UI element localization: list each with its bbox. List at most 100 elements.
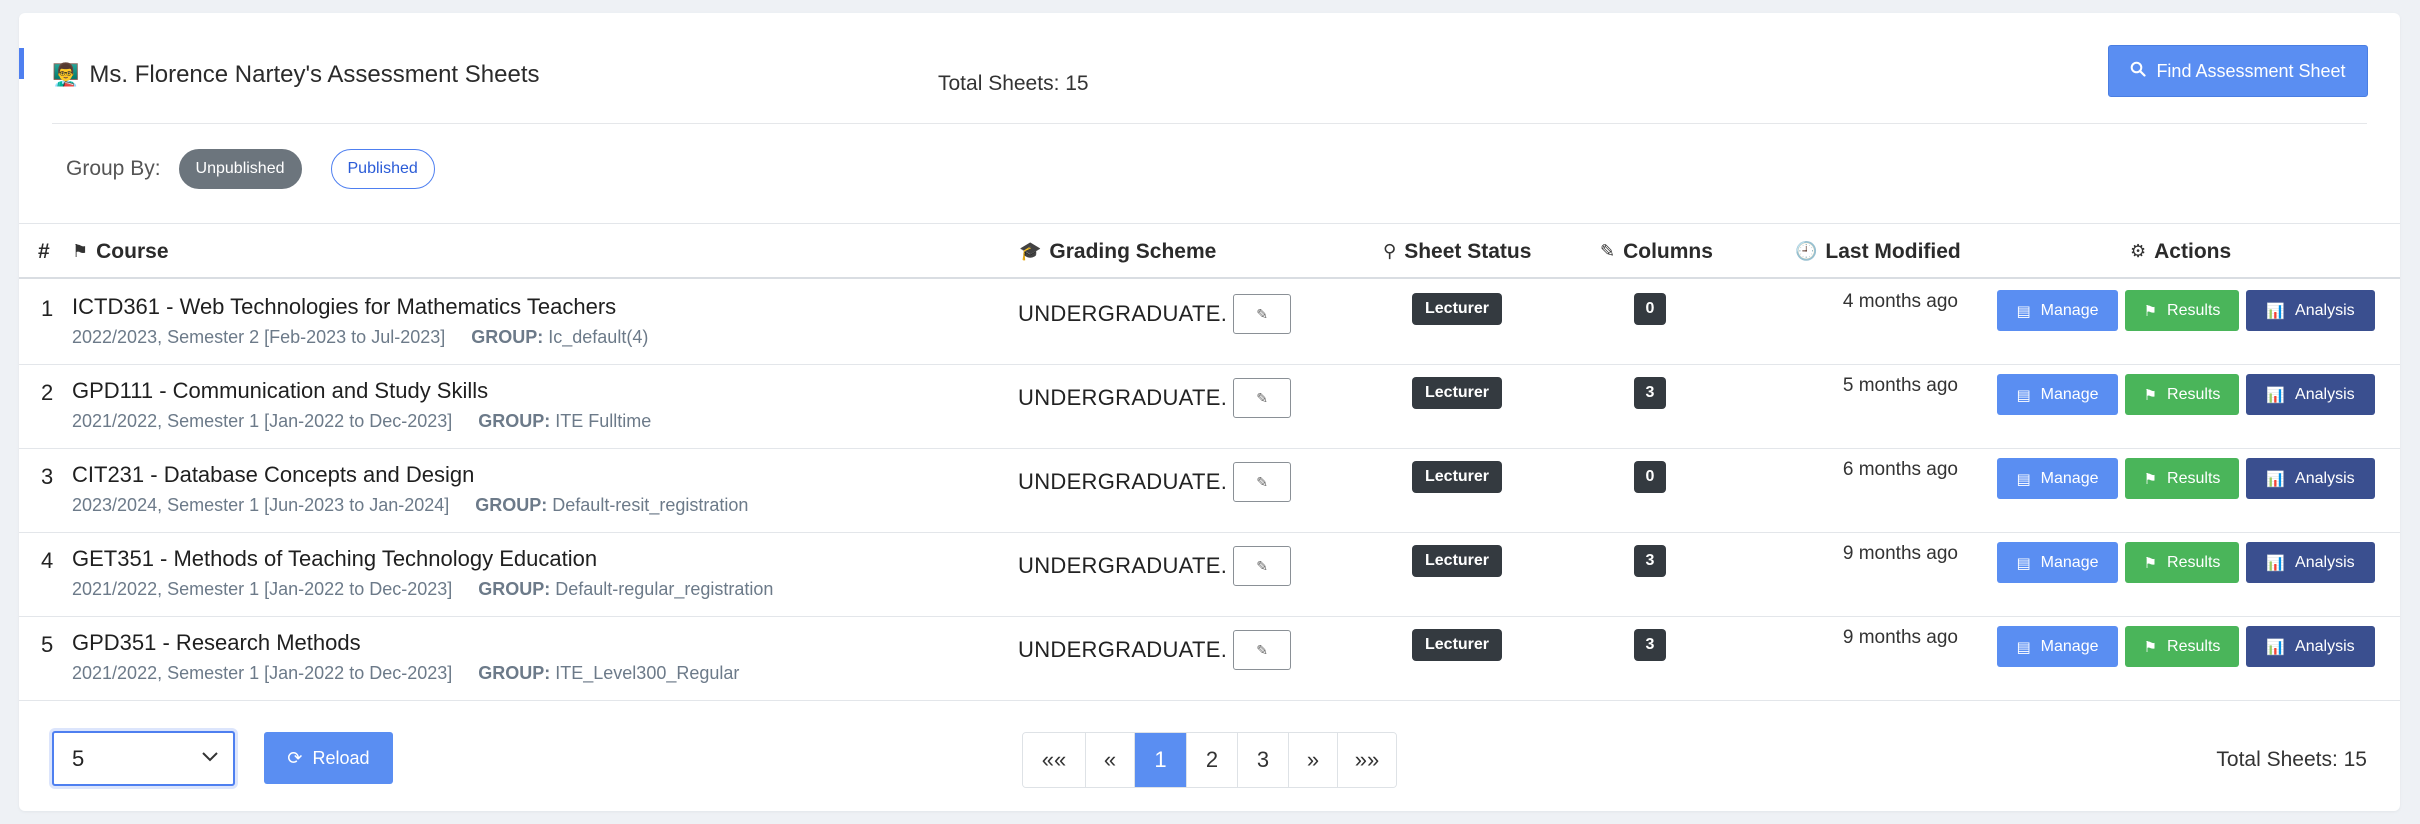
header-total-sheets: Total Sheets: 15	[938, 72, 1089, 95]
group-label: GROUP:	[478, 411, 551, 431]
manage-button[interactable]: ▤ Manage	[1997, 374, 2118, 415]
find-assessment-sheet-label: Find Assessment Sheet	[2156, 60, 2346, 81]
next-page-button[interactable]: »	[1288, 733, 1337, 787]
group-by-label: Group By:	[66, 157, 161, 180]
last-modified: 4 months ago	[1842, 291, 1958, 312]
page-1-button[interactable]: 1	[1134, 733, 1186, 787]
group-unpublished-pill[interactable]: Unpublished	[178, 149, 302, 189]
header-number: #	[38, 239, 50, 263]
search-icon	[2130, 61, 2147, 82]
previous-page-button[interactable]: «	[1085, 733, 1134, 787]
grading-scheme: UNDERGRADUATE. ✎	[1018, 630, 1292, 670]
page-size-value: 5	[72, 745, 85, 771]
page-2-button[interactable]: 2	[1186, 733, 1237, 787]
edit-icon: ✎	[1256, 641, 1268, 658]
course-title: GPD351 - Research Methods	[72, 630, 361, 655]
results-button[interactable]: ⚑ Results	[2125, 374, 2239, 415]
table-row: 5 GPD351 - Research Methods 2021/2022, S…	[19, 617, 2400, 701]
row-number: 5	[41, 632, 54, 657]
analysis-button[interactable]: 📊 Analysis	[2246, 374, 2375, 415]
group-value: ITE_Level300_Regular	[555, 663, 740, 683]
page-size-select[interactable]: 5	[52, 731, 235, 786]
edit-icon: ✎	[1256, 305, 1268, 322]
assessment-sheets-card: 👨‍🏫 Ms. Florence Nartey's Assessment She…	[19, 13, 2400, 811]
group-value: ITE Fulltime	[555, 411, 652, 431]
course-meta: 2021/2022, Semester 1 [Jan-2022 to Dec-2…	[72, 663, 739, 684]
row-number: 4	[41, 548, 54, 573]
course-session: 2021/2022, Semester 1 [Jan-2022 to Dec-2…	[72, 663, 453, 683]
list-icon: ▤	[2016, 638, 2031, 656]
edit-icon: ✎	[1256, 473, 1268, 490]
chalkboard-icon: ⚑	[2143, 638, 2158, 656]
footer-total-sheets: Total Sheets: 15	[2216, 748, 2367, 771]
grading-scheme-text: UNDERGRADUATE.	[1018, 637, 1228, 662]
analysis-button[interactable]: 📊 Analysis	[2246, 542, 2375, 583]
row-number: 3	[41, 464, 54, 489]
manage-button[interactable]: ▤ Manage	[1997, 290, 2118, 331]
grading-scheme-text: UNDERGRADUATE.	[1018, 553, 1228, 578]
edit-scheme-button[interactable]: ✎	[1233, 294, 1292, 334]
list-icon: ▤	[2016, 554, 2031, 572]
course-meta: 2021/2022, Semester 1 [Jan-2022 to Dec-2…	[72, 411, 651, 432]
analysis-button[interactable]: 📊 Analysis	[2246, 458, 2375, 499]
header-actions: ⚙ Actions	[2130, 239, 2232, 263]
edit-icon: ✎	[1256, 389, 1268, 406]
course-title: GPD111 - Communication and Study Skills	[72, 378, 489, 403]
course-title: ICTD361 - Web Technologies for Mathemati…	[72, 294, 617, 319]
chalkboard-icon: ⚑	[72, 241, 89, 261]
manage-button[interactable]: ▤ Manage	[1997, 542, 2118, 583]
columns-count-badge: 0	[1634, 293, 1666, 325]
edit-scheme-button[interactable]: ✎	[1233, 378, 1292, 418]
results-button[interactable]: ⚑ Results	[2125, 626, 2239, 667]
route-icon: ⚲	[1383, 241, 1397, 261]
gears-icon: ⚙	[2130, 241, 2147, 261]
first-page-button[interactable]: ««	[1023, 733, 1085, 787]
bar-chart-icon: 📊	[2266, 638, 2286, 656]
group-value: Default-resit_registration	[552, 495, 749, 515]
group-published-pill[interactable]: Published	[330, 149, 435, 189]
manage-button[interactable]: ▤ Manage	[1997, 626, 2118, 667]
edit-icon: ✎	[1256, 557, 1268, 574]
columns-count-badge: 3	[1634, 629, 1666, 661]
columns-count-badge: 3	[1634, 377, 1666, 409]
status-badge: Lecturer	[1412, 629, 1503, 661]
status-badge: Lecturer	[1412, 545, 1503, 577]
edit-scheme-button[interactable]: ✎	[1233, 630, 1292, 670]
bar-chart-icon: 📊	[2266, 302, 2286, 320]
course-session: 2021/2022, Semester 1 [Jan-2022 to Dec-2…	[72, 579, 453, 599]
analysis-button[interactable]: 📊 Analysis	[2246, 290, 2375, 331]
clock-icon: 🕘	[1795, 241, 1818, 261]
grading-scheme-text: UNDERGRADUATE.	[1018, 469, 1228, 494]
results-button[interactable]: ⚑ Results	[2125, 542, 2239, 583]
reload-label: Reload	[312, 747, 370, 768]
edit-scheme-button[interactable]: ✎	[1233, 546, 1292, 586]
chalkboard-icon: ⚑	[2143, 302, 2158, 320]
course-session: 2023/2024, Semester 1 [Jun-2023 to Jan-2…	[72, 495, 450, 515]
last-page-button[interactable]: »»	[1337, 733, 1396, 787]
header-grading-scheme: 🎓 Grading Scheme	[1019, 239, 1217, 263]
last-modified: 9 months ago	[1842, 627, 1958, 648]
results-button[interactable]: ⚑ Results	[2125, 290, 2239, 331]
table-row: 4 GET351 - Methods of Teaching Technolog…	[19, 533, 2400, 617]
results-button[interactable]: ⚑ Results	[2125, 458, 2239, 499]
find-assessment-sheet-button[interactable]: Find Assessment Sheet	[2108, 45, 2368, 97]
group-value: Default-regular_registration	[555, 579, 774, 599]
graduation-cap-icon: 🎓	[1019, 241, 1042, 261]
course-meta: 2023/2024, Semester 1 [Jun-2023 to Jan-2…	[72, 495, 748, 516]
group-by-control: Group By: Unpublished Published	[66, 149, 464, 189]
last-modified: 9 months ago	[1842, 543, 1958, 564]
chalkboard-icon: ⚑	[2143, 470, 2158, 488]
list-icon: ▤	[2016, 386, 2031, 404]
header-accent-bar	[19, 48, 24, 79]
page-3-button[interactable]: 3	[1237, 733, 1288, 787]
course-meta: 2021/2022, Semester 1 [Jan-2022 to Dec-2…	[72, 579, 773, 600]
header-course: ⚑ Course	[72, 239, 169, 263]
edit-scheme-button[interactable]: ✎	[1233, 462, 1292, 502]
manage-button[interactable]: ▤ Manage	[1997, 458, 2118, 499]
list-icon: ▤	[2016, 470, 2031, 488]
reload-button[interactable]: ⟳ Reload	[264, 732, 393, 784]
grading-scheme: UNDERGRADUATE. ✎	[1018, 294, 1292, 334]
group-label: GROUP:	[475, 495, 548, 515]
analysis-button[interactable]: 📊 Analysis	[2246, 626, 2375, 667]
last-modified: 5 months ago	[1842, 375, 1958, 396]
